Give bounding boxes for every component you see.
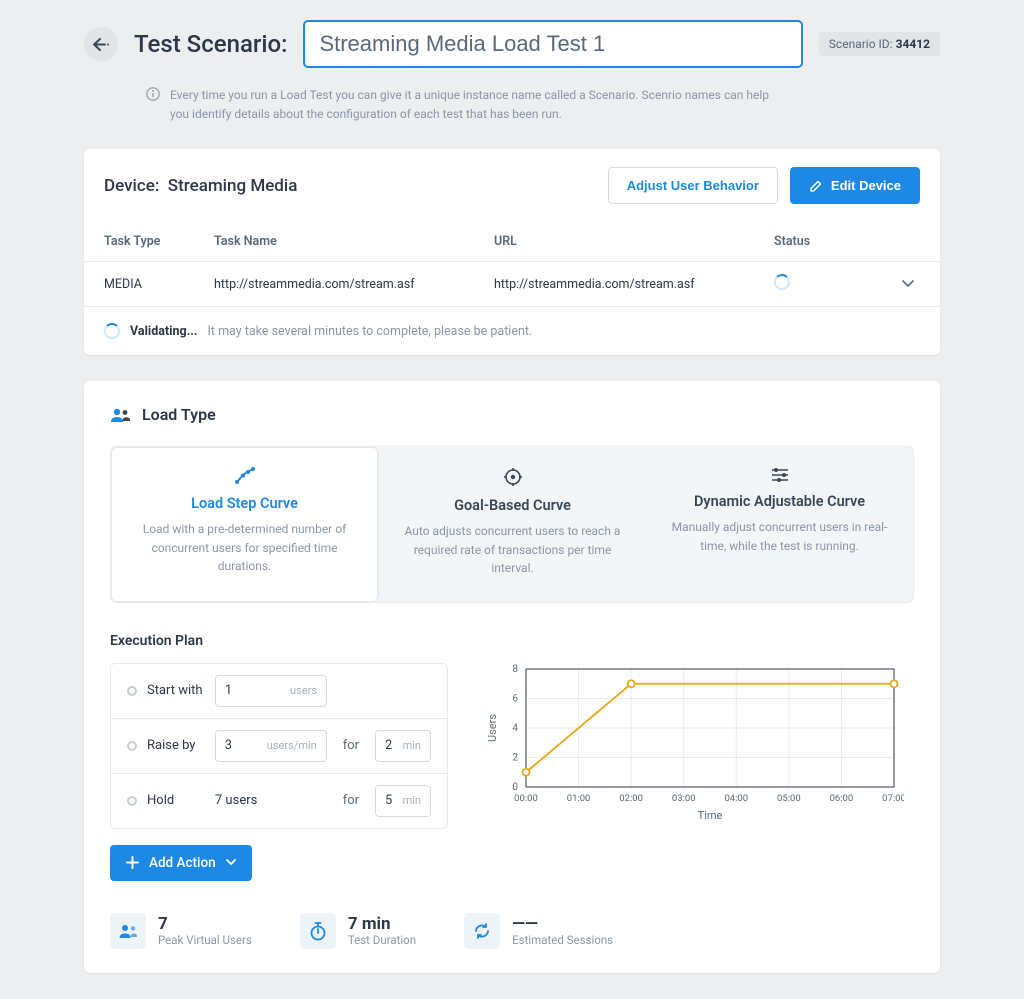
task-table: Task Type Task Name URL Status MEDIA htt… bbox=[84, 222, 940, 307]
start-users-input[interactable]: 1users bbox=[215, 675, 327, 707]
tab-goal-based-curve[interactable]: Goal-Based Curve Auto adjusts concurrent… bbox=[379, 447, 646, 602]
svg-text:01:00: 01:00 bbox=[567, 793, 591, 804]
plus-icon bbox=[126, 856, 139, 869]
validating-banner: Validating... It may take several minute… bbox=[84, 307, 940, 355]
page-title: Test Scenario: bbox=[134, 30, 287, 58]
col-url: URL bbox=[474, 222, 754, 262]
help-text: Every time you run a Load Test you can g… bbox=[170, 86, 786, 123]
raise-rate-input[interactable]: 3users/min bbox=[215, 730, 327, 762]
tab-dynamic-curve[interactable]: Dynamic Adjustable Curve Manually adjust… bbox=[646, 447, 913, 602]
stat-test-duration: 7 minTest Duration bbox=[300, 913, 416, 949]
expand-row-toggle[interactable] bbox=[882, 262, 940, 307]
plan-row-start: Start with 1users bbox=[111, 664, 447, 719]
svg-text:06:00: 06:00 bbox=[830, 793, 854, 804]
pencil-icon bbox=[809, 179, 823, 193]
step-curve-icon bbox=[235, 467, 255, 485]
chevron-down-icon bbox=[902, 280, 914, 288]
scenario-id-badge: Scenario ID: 34412 bbox=[819, 32, 940, 56]
table-row[interactable]: MEDIA http://streammedia.com/stream.asf … bbox=[84, 262, 940, 307]
back-arrow-icon bbox=[93, 38, 110, 51]
svg-text:Time: Time bbox=[698, 809, 723, 822]
load-type-title: Load Type bbox=[142, 405, 216, 424]
back-button[interactable] bbox=[84, 27, 118, 61]
target-icon bbox=[503, 467, 523, 487]
svg-text:0: 0 bbox=[512, 782, 518, 793]
hold-duration-input[interactable]: 5min bbox=[375, 785, 431, 817]
load-type-tabs: Load Step Curve Load with a pre-determin… bbox=[110, 446, 914, 603]
adjust-user-behavior-button[interactable]: Adjust User Behavior bbox=[608, 167, 778, 204]
execution-plan-chart: 0 2 4 6 8 00:00 01:00 02:00 03:00 04:00 05:00 06:00… bbox=[484, 663, 904, 823]
svg-text:07:00: 07:00 bbox=[882, 793, 904, 804]
svg-text:02:00: 02:00 bbox=[619, 793, 643, 804]
status-spinner-icon bbox=[774, 274, 790, 290]
refresh-icon bbox=[464, 913, 500, 949]
svg-text:00:00: 00:00 bbox=[514, 793, 538, 804]
users-stat-icon bbox=[110, 913, 146, 949]
svg-text:03:00: 03:00 bbox=[672, 793, 696, 804]
info-icon bbox=[146, 87, 160, 123]
svg-text:Users: Users bbox=[486, 714, 499, 742]
execution-plan-title: Execution Plan bbox=[110, 633, 914, 649]
load-type-card: Load Type Load Step Curve Load with a pr… bbox=[84, 381, 940, 973]
col-task-type: Task Type bbox=[84, 222, 194, 262]
caret-down-icon bbox=[226, 859, 236, 866]
col-status: Status bbox=[754, 222, 882, 262]
execution-plan-box: Start with 1users Raise by 3users/min f bbox=[110, 663, 448, 829]
svg-text:4: 4 bbox=[512, 723, 518, 734]
device-heading: Device: Streaming Media bbox=[104, 176, 297, 196]
plan-row-hold: Hold 7 users for 5min bbox=[111, 774, 447, 828]
validating-spinner-icon bbox=[104, 323, 120, 339]
raise-duration-input[interactable]: 2min bbox=[375, 730, 431, 762]
svg-text:04:00: 04:00 bbox=[724, 793, 748, 804]
sliders-icon bbox=[770, 467, 790, 483]
plan-row-raise: Raise by 3users/min for 2min bbox=[111, 719, 447, 774]
scenario-name-input[interactable] bbox=[303, 20, 802, 68]
add-action-button[interactable]: Add Action bbox=[110, 845, 252, 881]
svg-text:8: 8 bbox=[512, 664, 518, 675]
edit-device-button[interactable]: Edit Device bbox=[790, 167, 920, 204]
tab-load-step-curve[interactable]: Load Step Curve Load with a pre-determin… bbox=[111, 447, 379, 602]
stopwatch-icon bbox=[300, 913, 336, 949]
stat-estimated-sessions: ——Estimated Sessions bbox=[464, 913, 613, 949]
svg-text:2: 2 bbox=[512, 752, 518, 763]
stat-peak-users: 7Peak Virtual Users bbox=[110, 913, 252, 949]
col-task-name: Task Name bbox=[194, 222, 474, 262]
svg-text:05:00: 05:00 bbox=[777, 793, 801, 804]
svg-text:6: 6 bbox=[512, 693, 518, 704]
device-card: Device: Streaming Media Adjust User Beha… bbox=[84, 149, 940, 355]
users-icon bbox=[110, 407, 130, 423]
